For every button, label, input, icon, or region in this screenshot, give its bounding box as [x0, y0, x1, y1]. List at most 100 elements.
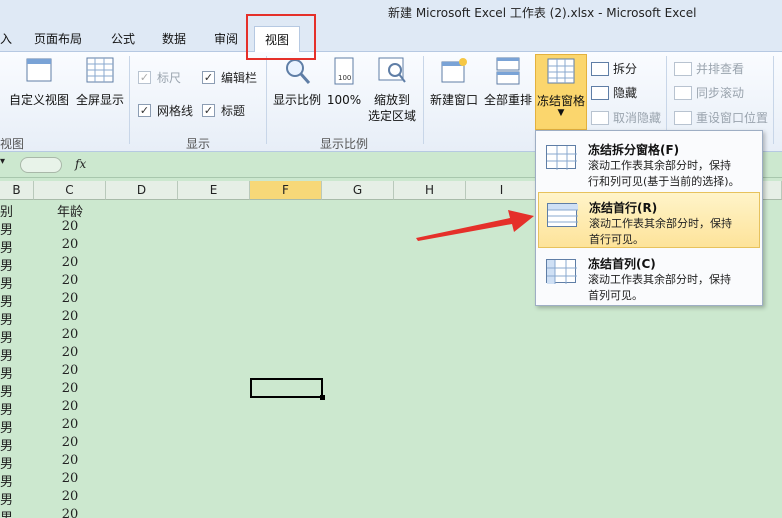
- cell[interactable]: 男: [0, 381, 13, 400]
- cell[interactable]: 20: [34, 489, 106, 504]
- menu-item-freeze-top-row[interactable]: 冻结首行(R) 滚动工作表其余部分时，保持 首行可见。: [538, 192, 760, 248]
- tab-insert[interactable]: 入: [0, 30, 12, 47]
- cell[interactable]: 20: [34, 273, 106, 288]
- hide-icon: [591, 85, 609, 100]
- column-header[interactable]: B: [0, 181, 34, 200]
- title-bar: 新建 Microsoft Excel 工作表 (2).xlsx - Micros…: [0, 0, 782, 24]
- column-header[interactable]: G: [322, 181, 394, 200]
- cell[interactable]: 男: [0, 489, 13, 508]
- cell[interactable]: 男: [0, 453, 13, 472]
- menu-item-freeze-panes[interactable]: 冻结拆分窗格(F) 滚动工作表其余部分时，保持 行和列可见(基于当前的选择)。: [538, 135, 760, 191]
- cell[interactable]: 男: [0, 327, 13, 346]
- freeze-panes-menu: 冻结拆分窗格(F) 滚动工作表其余部分时，保持 行和列可见(基于当前的选择)。 …: [535, 130, 763, 306]
- full-screen-icon: [85, 56, 115, 86]
- freeze-top-row-icon: [547, 203, 578, 227]
- cell[interactable]: 20: [34, 309, 106, 324]
- tab-page-layout[interactable]: 页面布局: [34, 30, 82, 47]
- tab-formulas[interactable]: 公式: [111, 30, 135, 47]
- separator: [129, 56, 130, 144]
- freeze-panes-button[interactable]: 冻结窗格 ▼: [535, 54, 587, 130]
- column-header[interactable]: D: [106, 181, 178, 200]
- full-screen-button[interactable]: 全屏显示: [74, 54, 126, 108]
- sync-scroll-icon: [674, 85, 692, 100]
- freeze-first-column-icon: [546, 259, 577, 284]
- cell[interactable]: 男: [0, 345, 13, 364]
- column-header[interactable]: H: [394, 181, 466, 200]
- column-header[interactable]: C: [34, 181, 106, 200]
- tab-review[interactable]: 审阅: [214, 30, 238, 47]
- cell[interactable]: 20: [34, 453, 106, 468]
- cell[interactable]: 20: [34, 435, 106, 450]
- cell[interactable]: 男: [0, 417, 13, 436]
- cell[interactable]: 20: [34, 363, 106, 378]
- arrange-all-icon: [493, 56, 523, 86]
- check-icon: ✓: [202, 104, 215, 117]
- unhide-button[interactable]: 取消隐藏: [591, 109, 661, 126]
- cell[interactable]: 男: [0, 363, 13, 382]
- cell[interactable]: 年龄: [34, 201, 106, 220]
- split-icon: [591, 61, 609, 76]
- new-window-icon: [439, 56, 469, 86]
- cell[interactable]: 男: [0, 435, 13, 454]
- new-window-button[interactable]: 新建窗口: [428, 54, 480, 108]
- separator: [423, 56, 424, 144]
- cell[interactable]: 20: [34, 507, 106, 518]
- magnifier-icon: [282, 56, 312, 86]
- cell[interactable]: 男: [0, 255, 13, 274]
- cell[interactable]: 男: [0, 273, 13, 292]
- column-header[interactable]: E: [178, 181, 250, 200]
- active-cell-cursor[interactable]: [250, 378, 325, 400]
- view-side-by-side-button[interactable]: 并排查看: [674, 60, 744, 77]
- cell[interactable]: 20: [34, 417, 106, 432]
- window-title: 新建 Microsoft Excel 工作表 (2).xlsx - Micros…: [388, 6, 697, 20]
- cell[interactable]: 20: [34, 471, 106, 486]
- hide-button[interactable]: 隐藏: [591, 84, 637, 101]
- cell[interactable]: 20: [34, 237, 106, 252]
- cell[interactable]: 男: [0, 399, 13, 418]
- fx-icon[interactable]: fx: [75, 157, 86, 171]
- namebox-dropdown-icon[interactable]: ▾: [0, 156, 14, 174]
- formula-bar-divider: [20, 157, 62, 173]
- formula-bar-checkbox[interactable]: ✓ 编辑栏: [202, 69, 257, 86]
- side-by-side-icon: [674, 61, 692, 76]
- split-button[interactable]: 拆分: [591, 60, 637, 77]
- zoom-button[interactable]: 显示比例: [272, 54, 322, 108]
- tab-data[interactable]: 数据: [162, 30, 186, 47]
- reset-window-position-button[interactable]: 重设窗口位置: [674, 109, 768, 126]
- dropdown-arrow-icon: ▼: [557, 108, 565, 118]
- zoom-to-selection-button[interactable]: 缩放到 选定区域: [366, 54, 418, 124]
- ruler-checkbox[interactable]: ✓ 标尺: [138, 69, 181, 86]
- menu-item-freeze-first-column[interactable]: 冻结首列(C) 滚动工作表其余部分时，保持 首列可见。: [538, 249, 760, 305]
- cell[interactable]: 男: [0, 471, 13, 490]
- cell[interactable]: 20: [34, 345, 106, 360]
- cell[interactable]: 男: [0, 219, 13, 238]
- cell[interactable]: 20: [34, 399, 106, 414]
- cell[interactable]: 20: [34, 219, 106, 234]
- gridlines-checkbox[interactable]: ✓ 网格线: [138, 102, 193, 119]
- unhide-icon: [591, 110, 609, 125]
- cell[interactable]: 男: [0, 507, 13, 518]
- column-header[interactable]: F: [250, 181, 322, 200]
- freeze-panes-icon: [546, 57, 576, 87]
- group-label-views: 视图: [0, 137, 25, 151]
- cell[interactable]: 20: [34, 255, 106, 270]
- cell[interactable]: 20: [34, 381, 106, 396]
- zoom-100-button[interactable]: 100 100%: [326, 54, 362, 108]
- group-label-show: 显示: [186, 137, 211, 151]
- column-header[interactable]: I: [466, 181, 538, 200]
- ribbon-tabs: 入 页面布局 公式 数据 审阅 视图: [0, 24, 782, 53]
- cell[interactable]: 20: [34, 291, 106, 306]
- cell[interactable]: 男: [0, 291, 13, 310]
- reset-position-icon: [674, 110, 692, 125]
- sync-scroll-button[interactable]: 同步滚动: [674, 84, 744, 101]
- cell[interactable]: 20: [34, 327, 106, 342]
- custom-view-button[interactable]: 自定义视图: [6, 54, 72, 108]
- freeze-panes-icon: [546, 145, 577, 170]
- check-icon: ✓: [138, 104, 151, 117]
- cell[interactable]: 男: [0, 237, 13, 256]
- cell[interactable]: 男: [0, 309, 13, 328]
- arrange-all-button[interactable]: 全部重排: [482, 54, 534, 108]
- cell[interactable]: 别: [0, 201, 13, 220]
- headings-checkbox[interactable]: ✓ 标题: [202, 102, 245, 119]
- page-100-icon: 100: [329, 56, 359, 86]
